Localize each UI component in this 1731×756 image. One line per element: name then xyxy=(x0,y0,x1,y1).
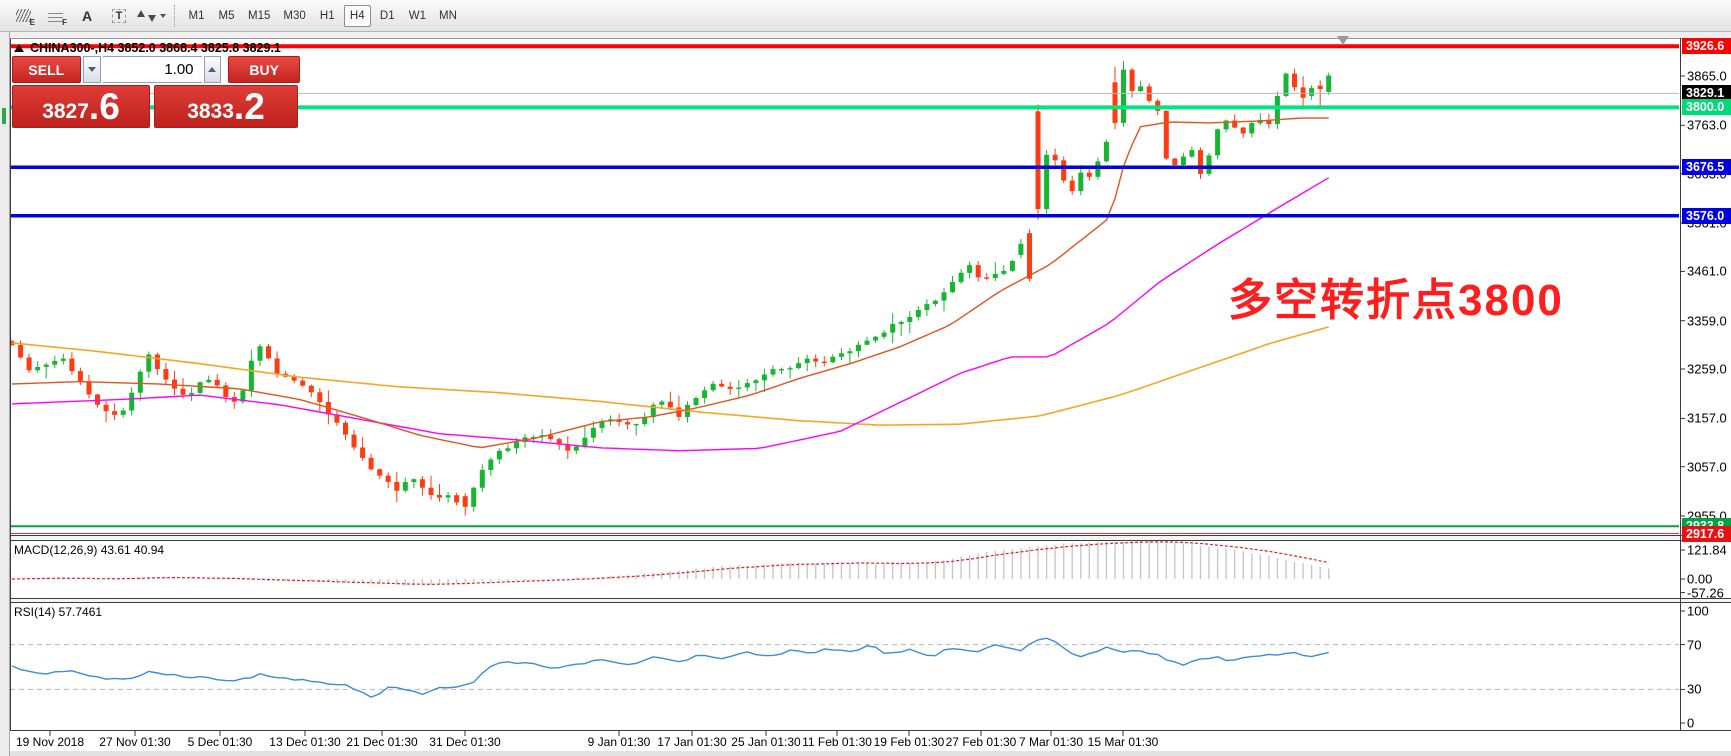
volume-increase-button[interactable] xyxy=(204,56,222,83)
date-axis-label: 31 Dec 01:30 xyxy=(429,735,500,749)
rsi-tick-label: 0 xyxy=(1687,716,1694,731)
text-label-icon[interactable]: T xyxy=(104,4,134,28)
date-axis-label: 11 Feb 01:30 xyxy=(802,735,872,749)
timeframe-m30-button[interactable]: M30 xyxy=(278,5,310,27)
left-panel-edge xyxy=(0,32,10,756)
date-axis-label: 15 Mar 01:30 xyxy=(1088,735,1159,749)
equidistant-channel-icon[interactable]: E xyxy=(8,4,38,28)
date-axis-label: 9 Jan 01:30 xyxy=(588,735,651,749)
timeframe-h4-button[interactable]: H4 xyxy=(344,5,371,27)
symbol-triangle-icon xyxy=(14,44,24,52)
sell-price-fraction: .6 xyxy=(89,86,120,128)
fibonacci-icon[interactable]: F xyxy=(40,4,70,28)
chart-shift-marker-icon[interactable] xyxy=(1337,36,1349,45)
drawing-tools-group: EFAT xyxy=(8,4,166,28)
timeframe-d1-button[interactable]: D1 xyxy=(374,5,401,27)
rsi-tick-label: 30 xyxy=(1687,682,1701,697)
rsi-tick-label: 70 xyxy=(1687,637,1701,652)
rsi-indicator-label: RSI(14) 57.7461 xyxy=(14,605,102,619)
sell-button[interactable]: SELL xyxy=(12,56,81,83)
macd-indicator-label: MACD(12,26,9) 43.61 40.94 xyxy=(14,543,164,557)
date-axis-label: 21 Dec 01:30 xyxy=(346,735,417,749)
chart-title-text: CHINA300-,H4 3852.0 3868.4 3825.8 3829.1 xyxy=(30,41,281,55)
buy-button[interactable]: BUY xyxy=(228,56,300,83)
price-tick-label: 3157.0 xyxy=(1687,411,1727,426)
timeframe-buttons-group: M1M5M15M30H1H4D1W1MN xyxy=(183,5,462,27)
price-tick-label: 3359.0 xyxy=(1687,313,1727,328)
date-axis-label: 27 Feb 01:30 xyxy=(946,735,1017,749)
price-tick-label: 3057.0 xyxy=(1687,459,1727,474)
buy-price-plate[interactable]: 3833 .2 xyxy=(154,85,298,128)
date-axis-label: 17 Jan 01:30 xyxy=(657,735,726,749)
left-panel-marker xyxy=(2,108,6,124)
volume-input[interactable] xyxy=(103,56,202,83)
buy-price-fraction: .2 xyxy=(234,86,265,128)
timeframe-h1-button[interactable]: H1 xyxy=(314,5,341,27)
sell-price-main: 3827 xyxy=(42,100,89,124)
timeframe-m1-button[interactable]: M1 xyxy=(183,5,210,27)
toolbar-separator xyxy=(174,5,175,27)
price-axis[interactable]: 3865.03763.03663.03561.03461.03359.03259… xyxy=(1681,38,1731,731)
date-axis-label: 7 Mar 01:30 xyxy=(1019,735,1083,749)
timeframe-m15-button[interactable]: M15 xyxy=(243,5,275,27)
price-tick-label: 3865.0 xyxy=(1687,69,1727,84)
price-level-badge: 3800.0 xyxy=(1682,99,1731,115)
date-axis[interactable]: 19 Nov 2018 27 Nov 01:30 5 Dec 01:30 13 Dec… xyxy=(10,733,1731,751)
price-tick-label: 3259.0 xyxy=(1687,362,1727,377)
top-toolbar: EFAT M1M5M15M30H1H4D1W1MN xyxy=(0,0,1731,32)
chart-title: CHINA300-,H4 3852.0 3868.4 3825.8 3829.1 xyxy=(14,41,281,55)
chevron-down-icon xyxy=(88,67,96,72)
macd-tick-label: 121.84 xyxy=(1687,542,1727,557)
price-level-badge: 2917.6 xyxy=(1682,526,1731,542)
timeframe-w1-button[interactable]: W1 xyxy=(404,5,431,27)
rsi-tick-label: 100 xyxy=(1687,604,1709,619)
price-tick-label: 3461.0 xyxy=(1687,264,1727,279)
window-footer-edge xyxy=(0,751,1731,756)
date-axis-label: 19 Nov 2018 xyxy=(16,735,84,749)
timeframe-mn-button[interactable]: MN xyxy=(434,5,462,27)
date-axis-label: 5 Dec 01:30 xyxy=(188,735,253,749)
price-level-badge: 3926.6 xyxy=(1682,38,1731,54)
volume-decrease-button[interactable] xyxy=(83,56,101,83)
arrows-icon[interactable] xyxy=(136,4,166,28)
one-click-trade-panel: SELL BUY 3827 .6 3833 .2 xyxy=(12,56,300,128)
price-level-badge: 3576.0 xyxy=(1682,208,1731,224)
sell-price-plate[interactable]: 3827 .6 xyxy=(12,85,150,128)
date-axis-label: 27 Nov 01:30 xyxy=(99,735,170,749)
annotation-text: 多空转折点3800 xyxy=(1228,264,1564,328)
timeframe-m5-button[interactable]: M5 xyxy=(213,5,240,27)
text-icon[interactable]: A xyxy=(72,4,102,28)
buy-price-main: 3833 xyxy=(187,100,234,124)
chart-canvas[interactable] xyxy=(10,38,1680,730)
price-tick-label: 3763.0 xyxy=(1687,118,1727,133)
chevron-up-icon xyxy=(208,67,216,72)
date-axis-label: 19 Feb 01:30 xyxy=(874,735,945,749)
date-axis-label: 13 Dec 01:30 xyxy=(269,735,340,749)
macd-tick-label: -57.26 xyxy=(1687,585,1724,600)
price-level-badge: 3676.5 xyxy=(1682,159,1731,175)
date-axis-label: 25 Jan 01:30 xyxy=(731,735,800,749)
